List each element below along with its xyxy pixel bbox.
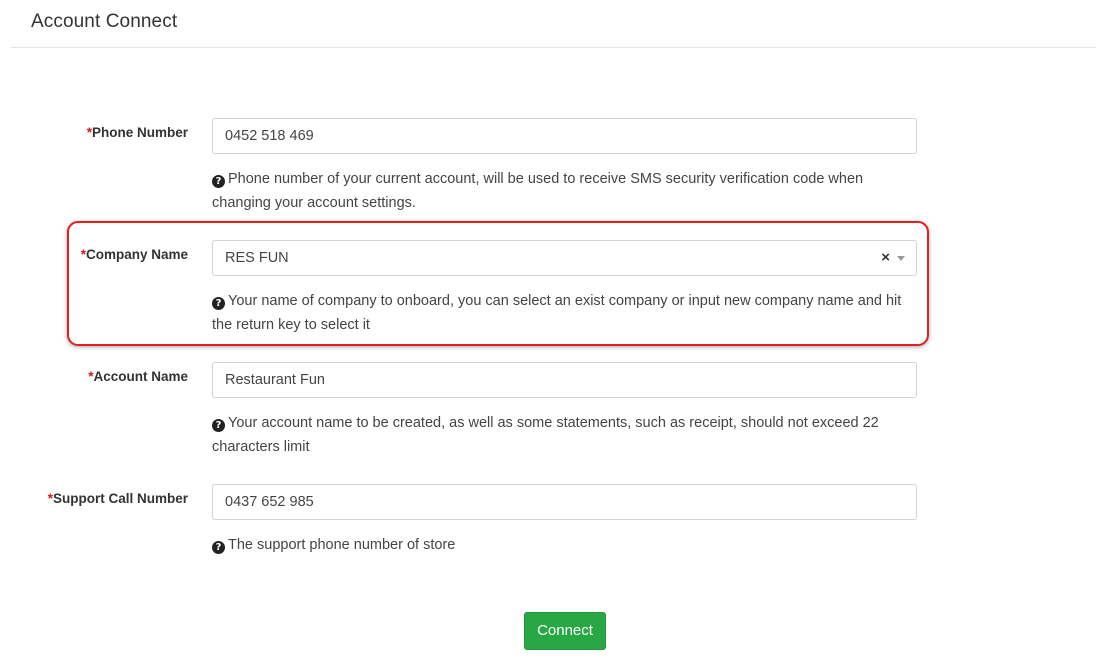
company-name-label: *Company Name	[80, 247, 188, 262]
page-title: Account Connect	[31, 11, 178, 32]
question-circle-icon: ?	[212, 297, 225, 310]
company-name-select[interactable]: RES FUN ×	[212, 240, 917, 276]
question-circle-icon: ?	[212, 541, 225, 554]
support-call-number-input[interactable]	[212, 484, 917, 520]
question-circle-icon: ?	[212, 175, 225, 188]
company-name-help: ? Your name of company to onboard, you ca…	[212, 293, 902, 333]
question-circle-icon: ?	[212, 419, 225, 432]
support-call-number-label: *Support Call Number	[47, 491, 188, 506]
clear-selection-icon[interactable]: ×	[881, 241, 890, 275]
company-name-selected-value: RES FUN	[225, 250, 289, 266]
account-name-help: ? Your account name to be created, as wel…	[212, 415, 879, 455]
account-name-input[interactable]	[212, 362, 917, 398]
connect-button[interactable]: Connect	[524, 612, 606, 650]
dropdown-arrow-icon[interactable]	[897, 256, 905, 261]
account-name-label: *Account Name	[88, 369, 188, 384]
account-connect-page: Account Connect *Phone Number ?Phone num…	[0, 0, 1096, 661]
page-header: Account Connect	[11, 0, 1096, 48]
phone-number-label: *Phone Number	[86, 125, 188, 140]
phone-number-input[interactable]	[212, 118, 917, 154]
support-call-number-help: ? The support phone number of store	[212, 533, 917, 557]
phone-number-help: ? Phone number of your current account, w…	[212, 171, 864, 211]
